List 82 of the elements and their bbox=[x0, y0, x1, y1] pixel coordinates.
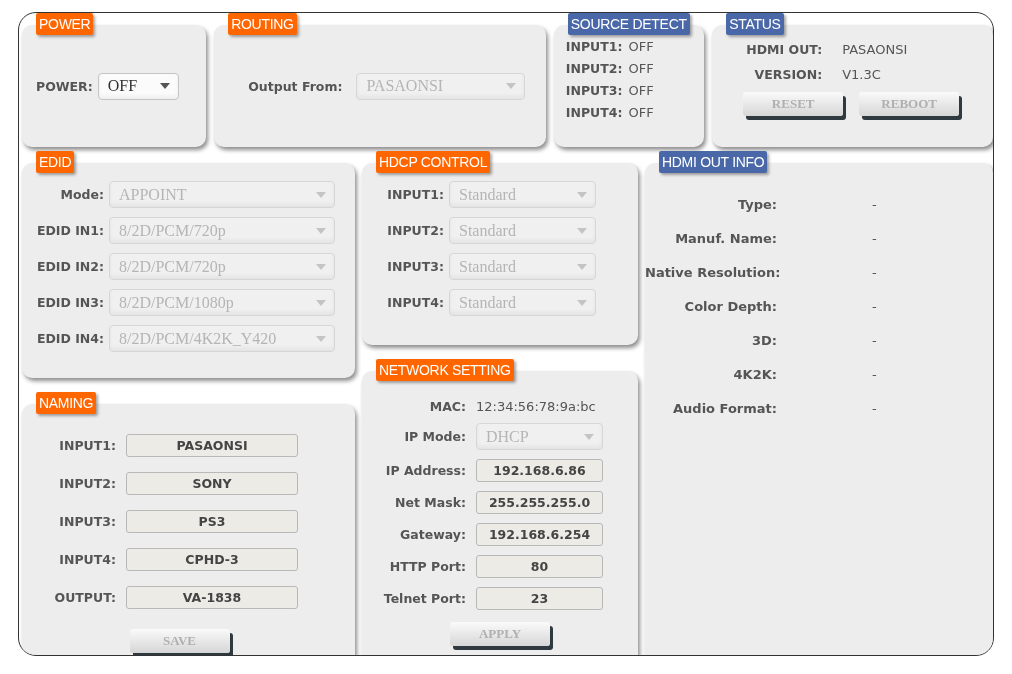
caret-icon bbox=[159, 83, 170, 89]
caret-icon bbox=[577, 299, 587, 306]
info-value: - bbox=[872, 401, 878, 416]
network-label: MAC: bbox=[428, 399, 466, 414]
input-label: INPUT3: bbox=[386, 259, 444, 274]
info-value: - bbox=[872, 231, 878, 246]
edid-label: EDID IN3: bbox=[35, 295, 104, 310]
name-field[interactable]: PASAONSI bbox=[126, 434, 298, 457]
panel-title: ROUTING bbox=[228, 13, 297, 35]
caret-icon bbox=[577, 227, 587, 234]
panel-title: POWER bbox=[36, 13, 94, 35]
input-status: OFF bbox=[628, 39, 654, 54]
name-label: INPUT4: bbox=[58, 552, 116, 567]
name-field[interactable]: CPHD-3 bbox=[126, 548, 298, 571]
network-label: Gateway: bbox=[399, 527, 466, 542]
name-label: OUTPUT: bbox=[53, 590, 116, 605]
caret-icon bbox=[506, 83, 517, 89]
name-field[interactable]: PS3 bbox=[126, 510, 298, 533]
network-field[interactable]: 192.168.6.254 bbox=[476, 523, 603, 546]
input-status: OFF bbox=[628, 61, 654, 76]
mac-address: 12:34:56:78:9a:bc bbox=[476, 399, 597, 414]
info-label: 4K2K: bbox=[732, 367, 777, 382]
status-label: HDMI OUT: bbox=[745, 42, 823, 57]
field-label: POWER: bbox=[36, 78, 93, 94]
caret-icon bbox=[577, 191, 587, 198]
network-field[interactable]: 80 bbox=[476, 555, 603, 578]
panel-title: NAMING bbox=[36, 392, 97, 414]
edid-label: EDID IN2: bbox=[35, 259, 104, 274]
input-status: OFF bbox=[628, 83, 654, 98]
status-value: PASAONSI bbox=[842, 42, 909, 57]
field-label: Output From: bbox=[248, 78, 343, 94]
network-label: IP Mode: bbox=[403, 429, 466, 444]
caret-icon bbox=[584, 433, 594, 440]
network-field[interactable]: 255.255.255.0 bbox=[476, 491, 603, 514]
network-label: IP Address: bbox=[384, 463, 466, 478]
power-select[interactable]: OFF bbox=[97, 72, 179, 100]
name-label: INPUT3: bbox=[58, 514, 116, 529]
network-label: Telnet Port: bbox=[382, 591, 466, 606]
input-label: INPUT4: bbox=[565, 105, 623, 120]
status-label: VERSION: bbox=[753, 67, 823, 82]
name-label: INPUT2: bbox=[58, 476, 116, 491]
info-label: Audio Format: bbox=[672, 401, 777, 416]
panel-title: SOURCE DETECT bbox=[567, 13, 690, 35]
name-field[interactable]: SONY bbox=[126, 472, 298, 495]
info-value: - bbox=[872, 299, 878, 314]
input-label: INPUT1: bbox=[565, 39, 623, 54]
info-value: - bbox=[872, 265, 878, 280]
input-label: INPUT1: bbox=[386, 187, 444, 202]
panel-title: HDCP CONTROL bbox=[376, 151, 491, 173]
edid-label: EDID IN4: bbox=[35, 331, 104, 346]
input-label: INPUT3: bbox=[565, 83, 623, 98]
info-label: Type: bbox=[736, 197, 777, 212]
name-field[interactable]: VA-1838 bbox=[126, 586, 298, 609]
info-label: Manuf. Name: bbox=[674, 231, 777, 246]
caret-icon bbox=[316, 191, 326, 198]
network-field[interactable]: 23 bbox=[476, 587, 603, 610]
edid-label: Mode: bbox=[59, 187, 104, 202]
network-field[interactable]: 192.168.6.86 bbox=[476, 459, 603, 482]
network-label: HTTP Port: bbox=[388, 559, 466, 574]
status-value: V1.3C bbox=[842, 67, 882, 82]
input-label: INPUT4: bbox=[386, 295, 444, 310]
info-value: - bbox=[872, 333, 878, 348]
input-label: INPUT2: bbox=[565, 61, 623, 76]
info-value: - bbox=[872, 367, 878, 382]
panel-title: STATUS bbox=[726, 13, 784, 35]
info-label: Color Depth: bbox=[683, 299, 777, 314]
caret-icon bbox=[577, 263, 587, 270]
panel-title: NETWORK SETTING bbox=[376, 359, 514, 381]
input-label: INPUT2: bbox=[386, 223, 444, 238]
panel-title: HDMI OUT INFO bbox=[659, 151, 768, 173]
network-label: Net Mask: bbox=[394, 495, 466, 510]
caret-icon bbox=[316, 227, 326, 234]
edid-label: EDID IN1: bbox=[35, 223, 104, 238]
info-label: 3D: bbox=[750, 333, 777, 348]
caret-icon bbox=[316, 263, 326, 270]
info-label: Native Resolution: bbox=[645, 265, 777, 280]
caret-icon bbox=[316, 335, 326, 342]
panel-title: EDID bbox=[36, 151, 75, 173]
caret-icon bbox=[316, 299, 326, 306]
input-status: OFF bbox=[628, 105, 654, 120]
name-label: INPUT1: bbox=[58, 438, 116, 453]
info-value: - bbox=[872, 197, 878, 212]
